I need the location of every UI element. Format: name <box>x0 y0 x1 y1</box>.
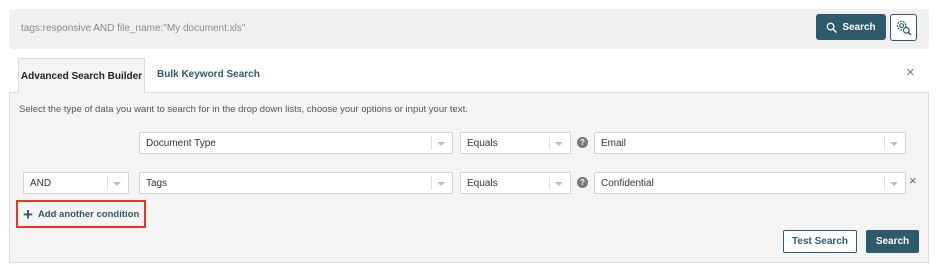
field-select[interactable]: Tags <box>139 172 453 194</box>
chevron-down-icon <box>437 182 445 186</box>
operator-select-value: Equals <box>467 138 498 149</box>
submit-search-button[interactable]: Search <box>866 230 919 253</box>
add-condition-button[interactable]: + Add another condition <box>16 200 146 228</box>
value-select-value: Confidential <box>601 178 654 189</box>
chevron-down-icon <box>890 142 898 146</box>
value-select[interactable]: Email <box>594 132 906 154</box>
plus-icon: + <box>23 204 33 224</box>
search-settings-button[interactable] <box>890 14 917 41</box>
tab-bulk-keyword-search[interactable]: Bulk Keyword Search <box>157 69 260 80</box>
help-icon[interactable]: ? <box>577 177 588 188</box>
field-select-value: Tags <box>146 178 168 189</box>
operator-select-value: Equals <box>467 178 498 189</box>
operator-select[interactable]: Equals <box>460 172 571 194</box>
value-select[interactable]: Confidential <box>594 172 906 194</box>
field-select-value: Document Type <box>146 138 216 149</box>
search-button-label: Search <box>842 21 876 33</box>
search-icon <box>826 22 838 33</box>
chevron-down-icon <box>437 142 445 146</box>
chevron-down-icon <box>113 182 121 186</box>
search-button[interactable]: Search <box>816 14 886 40</box>
field-select[interactable]: Document Type <box>139 132 453 154</box>
connector-select[interactable]: AND <box>23 172 129 194</box>
search-settings-icon <box>896 20 912 36</box>
operator-select[interactable]: Equals <box>460 132 571 154</box>
chevron-down-icon <box>890 182 898 186</box>
search-bar: tags:responsive AND file_name:"My docume… <box>9 9 929 49</box>
close-icon[interactable]: × <box>906 65 915 80</box>
connector-select-value: AND <box>30 178 52 189</box>
value-select-value: Email <box>601 138 627 149</box>
search-query-input[interactable]: tags:responsive AND file_name:"My docume… <box>21 23 245 34</box>
instructions-text: Select the type of data you want to sear… <box>19 104 468 115</box>
help-icon[interactable]: ? <box>577 137 588 148</box>
chevron-down-icon <box>555 142 563 146</box>
chevron-down-icon <box>555 182 563 186</box>
tab-advanced-search-builder[interactable]: Advanced Search Builder <box>18 58 145 93</box>
remove-condition-icon[interactable]: × <box>909 174 917 187</box>
test-search-button[interactable]: Test Search <box>783 230 857 253</box>
add-condition-label: Add another condition <box>37 208 140 220</box>
